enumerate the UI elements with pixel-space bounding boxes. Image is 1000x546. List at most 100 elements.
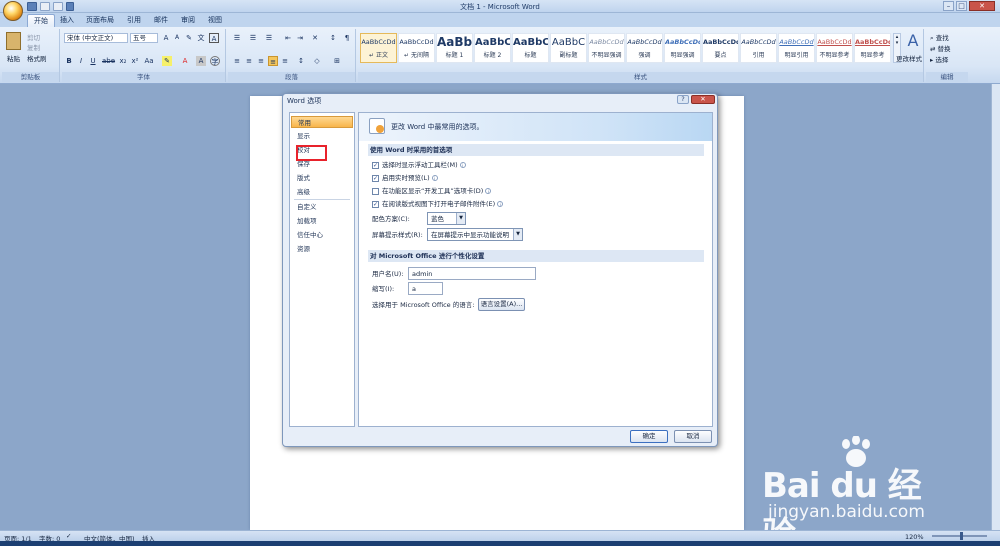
font-color-icon[interactable]: A [180, 56, 190, 66]
checkbox[interactable]: ✓ [372, 200, 379, 208]
dialog-close-button[interactable]: ✕ [691, 95, 715, 104]
print-icon[interactable] [66, 2, 74, 11]
decrease-indent-icon[interactable]: ⇤ [283, 33, 293, 43]
zoom-slider-thumb[interactable] [960, 532, 963, 540]
style-item[interactable]: AaBbC 标题 2 [474, 33, 511, 63]
nav-item-advanced[interactable]: 高级 [291, 186, 353, 198]
option-row[interactable]: ✓ 在阅读版式视图下打开电子邮件附件(E) i [372, 199, 504, 209]
copy-button[interactable]: 复制 [27, 42, 40, 52]
tab-mailings[interactable]: 邮件 [148, 14, 174, 27]
style-item[interactable]: AaBbCcDd 引用 [740, 33, 777, 63]
undo-icon[interactable] [40, 2, 50, 11]
style-item[interactable]: AaBb 标题 1 [436, 33, 473, 63]
zoom-level[interactable]: 120% [905, 533, 924, 541]
show-marks-icon[interactable]: ¶ [342, 33, 352, 43]
superscript-icon[interactable]: x² [130, 56, 140, 66]
format-painter-button[interactable]: 格式刷 [27, 53, 47, 63]
tab-insert[interactable]: 插入 [54, 14, 80, 27]
style-item[interactable]: AaBbC 标题 [512, 33, 549, 63]
borders-icon[interactable]: ⊞ [332, 56, 342, 66]
tab-page-layout[interactable]: 页面布局 [80, 14, 120, 27]
style-item[interactable]: AaBbCcDd 强调 [626, 33, 663, 63]
style-item[interactable]: AaBbCcDd 不明显参考 [816, 33, 853, 63]
shading-icon[interactable]: ◇ [312, 56, 322, 66]
replace-button[interactable]: ⇄ 替换 [930, 43, 951, 53]
redo-icon[interactable] [53, 2, 63, 11]
font-size-combo[interactable]: 五号 [130, 33, 158, 43]
change-styles-button[interactable]: 更改样式 [894, 53, 924, 63]
paste-button[interactable]: 粘贴 [7, 53, 20, 63]
char-shading-icon[interactable]: A [196, 56, 206, 66]
style-item[interactable]: AaBbCcDd 明显参考 [854, 33, 891, 63]
change-case-icon[interactable]: Aa [144, 56, 154, 66]
chinese-layout-icon[interactable]: ✕ [310, 33, 320, 43]
font-family-combo[interactable]: 宋体 (中文正文) [64, 33, 128, 43]
ok-button[interactable]: 确定 [630, 430, 668, 443]
style-item[interactable]: AaBbCcDd ↵ 正文 [360, 33, 397, 63]
style-item[interactable]: AaBbCcDd 不明显强调 [588, 33, 625, 63]
line-spacing-icon[interactable]: ↕ [296, 56, 306, 66]
bold-icon[interactable]: B [64, 56, 74, 66]
initials-field[interactable]: a [408, 282, 443, 295]
checkbox[interactable]: ✓ [372, 161, 379, 169]
multilevel-icon[interactable]: ☰ [264, 33, 274, 43]
justify-icon[interactable]: ≡ [268, 56, 278, 66]
style-item[interactable]: AaBbC 副标题 [550, 33, 587, 63]
clear-format-icon[interactable]: ✎ [184, 33, 194, 43]
tab-home[interactable]: 开始 [27, 14, 55, 27]
strikethrough-icon[interactable]: abe [102, 56, 115, 66]
grow-font-icon[interactable]: A [161, 33, 171, 43]
find-button[interactable]: ⌕ 查找 [930, 32, 949, 43]
minimize-button[interactable]: – [943, 1, 954, 11]
nav-item-resources[interactable]: 资源 [291, 243, 353, 255]
checkbox[interactable] [372, 187, 379, 195]
enclose-char-icon[interactable]: 字 [210, 56, 220, 66]
nav-item-addins[interactable]: 加载项 [291, 215, 353, 227]
option-row[interactable]: ✓ 选择时显示浮动工具栏(M) i [372, 160, 466, 170]
cut-button[interactable]: 剪切 [27, 32, 40, 42]
increase-indent-icon[interactable]: ⇥ [295, 33, 305, 43]
phonetic-icon[interactable]: 文 [196, 33, 206, 43]
proofing-icon[interactable]: ✓ [66, 532, 71, 540]
maximize-button[interactable]: □ [956, 1, 967, 11]
align-center-icon[interactable]: ≡ [244, 56, 254, 66]
option-row[interactable]: 在功能区显示“开发工具”选项卡(D) i [372, 186, 492, 196]
help-button[interactable]: ? [677, 95, 689, 104]
underline-icon[interactable]: U [88, 56, 98, 66]
tab-review[interactable]: 审阅 [175, 14, 201, 27]
distributed-icon[interactable]: ≡ [280, 56, 290, 66]
char-border-icon[interactable]: A [209, 33, 219, 43]
nav-item-trust-center[interactable]: 信任中心 [291, 229, 353, 241]
bullets-icon[interactable]: ☰ [232, 33, 242, 43]
office-button[interactable] [3, 1, 23, 21]
tab-view[interactable]: 视图 [202, 14, 228, 27]
italic-icon[interactable]: I [76, 56, 86, 66]
option-row[interactable]: ✓ 启用实时预览(L) i [372, 173, 438, 183]
tab-references[interactable]: 引用 [121, 14, 147, 27]
zoom-slider[interactable] [932, 532, 987, 540]
sort-icon[interactable]: ↕ [328, 33, 338, 43]
cancel-button[interactable]: 取消 [674, 430, 712, 443]
shrink-font-icon[interactable]: A [172, 33, 182, 43]
checkbox[interactable]: ✓ [372, 174, 379, 182]
screentip-select[interactable]: 在屏幕提示中显示功能说明 ▼ [427, 228, 523, 241]
subscript-icon[interactable]: x₂ [118, 56, 128, 66]
style-item[interactable]: AaBbCcDd ↵ 无间隔 [398, 33, 435, 63]
numbering-icon[interactable]: ☰ [248, 33, 258, 43]
username-field[interactable]: admin [408, 267, 536, 280]
nav-item-customize[interactable]: 自定义 [291, 201, 353, 213]
style-item[interactable]: AaBbCcDd 要点 [702, 33, 739, 63]
align-left-icon[interactable]: ≡ [232, 56, 242, 66]
select-button[interactable]: ▸ 选择 [930, 54, 948, 64]
close-button[interactable]: ✕ [969, 1, 995, 11]
language-settings-button[interactable]: 语言设置(A)... [478, 298, 525, 311]
color-scheme-select[interactable]: 蓝色 ▼ [427, 212, 466, 225]
nav-item-display[interactable]: 显示 [291, 130, 353, 142]
style-item[interactable]: AaBbCcDd 明显强调 [664, 33, 701, 63]
nav-item-popular[interactable]: 常用 [291, 116, 353, 128]
vertical-scrollbar[interactable] [991, 84, 1000, 530]
style-item[interactable]: AaBbCcDd 明显引用 [778, 33, 815, 63]
highlight-icon[interactable]: ✎ [162, 56, 172, 66]
nav-item-layout[interactable]: 版式 [291, 172, 353, 184]
save-icon[interactable] [27, 2, 37, 11]
